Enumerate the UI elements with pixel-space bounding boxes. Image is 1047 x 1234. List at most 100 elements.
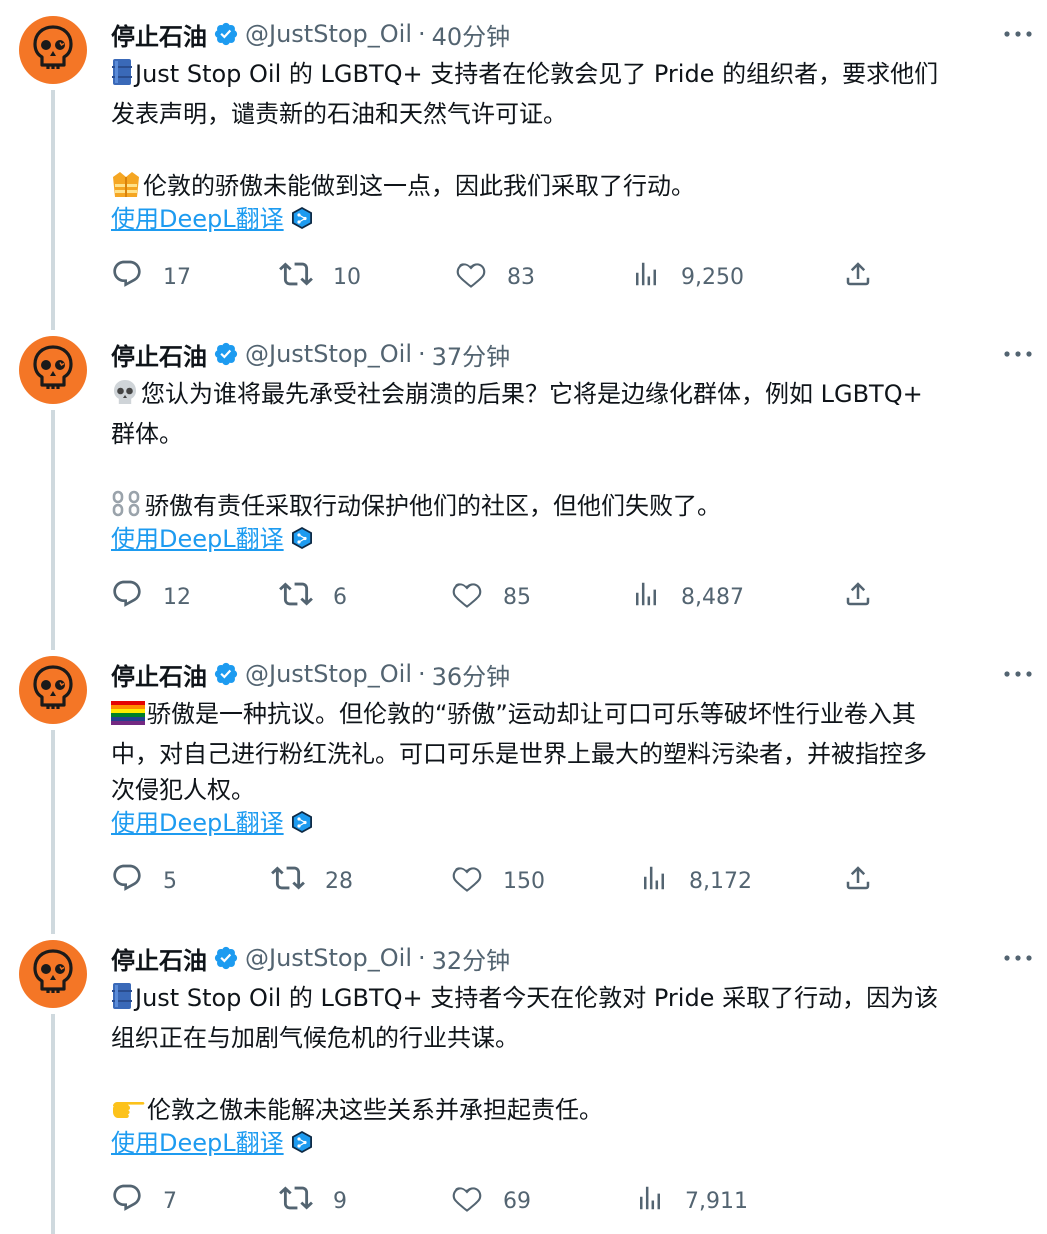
views-button[interactable]: 8,487: [631, 577, 744, 617]
barrel-emoji: [111, 982, 133, 1020]
retweet-count: 10: [333, 264, 361, 290]
retweet-button[interactable]: 9: [279, 1181, 347, 1221]
text-line-content: Just Stop Oil 的 LGBTQ+ 支持者今天在伦敦对 Pride 采…: [135, 984, 939, 1012]
user-handle[interactable]: @JustStop_Oil: [245, 20, 412, 48]
translate-link[interactable]: 使用DeepL翻译: [111, 201, 284, 237]
views-icon: [631, 579, 661, 615]
retweet-button[interactable]: 28: [271, 861, 353, 901]
share-button[interactable]: [843, 861, 873, 901]
views-count: 8,487: [681, 584, 744, 610]
verified-badge-icon[interactable]: [213, 661, 239, 687]
translate-link[interactable]: 使用DeepL翻译: [111, 521, 284, 557]
text-line-content: 群体。: [111, 420, 183, 448]
translate-link[interactable]: 使用DeepL翻译: [111, 805, 284, 841]
more-icon[interactable]: [1003, 943, 1033, 973]
separator: ·: [418, 944, 426, 972]
deepl-icon: [290, 1130, 314, 1156]
retweet-button[interactable]: 10: [279, 257, 361, 297]
translate-row: 使用DeepL翻译: [111, 805, 314, 841]
reply-icon: [111, 578, 143, 616]
tweet-text: 骄傲是一种抗议。但伦敦的“骄傲”运动却让可口可乐等破坏性行业卷入其 中，对自己进行…: [111, 696, 1031, 808]
avatar[interactable]: [19, 656, 87, 724]
skull-logo-icon: [31, 344, 75, 396]
views-button[interactable]: 7,911: [635, 1181, 748, 1221]
share-button[interactable]: [843, 577, 873, 617]
tweet-text: 您认为谁将最先承受社会崩溃的后果？它将是边缘化群体，例如 LGBTQ+ 群体。骄傲…: [111, 376, 1031, 528]
reply-icon: [111, 862, 143, 900]
display-name[interactable]: 停止石油: [111, 941, 207, 976]
avatar[interactable]: [19, 940, 87, 1008]
reply-count: 17: [163, 264, 191, 290]
avatar[interactable]: [19, 336, 87, 404]
text-line-content: 伦敦的骄傲未能做到这一点，因此我们采取了行动。: [143, 172, 695, 200]
retweet-button[interactable]: 6: [279, 577, 347, 617]
retweet-icon: [279, 1181, 313, 1221]
thread-line: [51, 1014, 55, 1234]
text-line-content: 中，对自己进行粉红洗礼。可口可乐是世界上最大的塑料污染者，并被指控多: [111, 740, 927, 768]
avatar[interactable]: [19, 16, 87, 84]
more-icon[interactable]: [1003, 339, 1033, 369]
text-line-content: Just Stop Oil 的 LGBTQ+ 支持者在伦敦会见了 Pride 的…: [135, 60, 939, 88]
display-name[interactable]: 停止石油: [111, 337, 207, 372]
text-line-content: 次侵犯人权。: [111, 776, 255, 804]
rainbow-flag-emoji: [111, 700, 145, 736]
text-line: 群体。: [111, 416, 1031, 452]
verified-badge-icon[interactable]: [213, 945, 239, 971]
tweet-text: Just Stop Oil 的 LGBTQ+ 支持者在伦敦会见了 Pride 的…: [111, 56, 1031, 208]
reply-count: 7: [163, 1188, 177, 1214]
like-button[interactable]: 150: [451, 861, 545, 901]
like-button[interactable]: 83: [455, 257, 535, 297]
display-name[interactable]: 停止石油: [111, 17, 207, 52]
tweet-header: 停止石油 @JustStop_Oil · 37分钟: [111, 336, 510, 372]
verified-badge-icon[interactable]: [213, 21, 239, 47]
like-button[interactable]: 85: [451, 577, 531, 617]
separator: ·: [418, 340, 426, 368]
text-line: Just Stop Oil 的 LGBTQ+ 支持者今天在伦敦对 Pride 采…: [111, 980, 1031, 1020]
retweet-icon: [279, 257, 313, 297]
user-handle[interactable]: @JustStop_Oil: [245, 944, 412, 972]
user-handle[interactable]: @JustStop_Oil: [245, 660, 412, 688]
action-bar: 7 9 69 7,911: [111, 1181, 911, 1221]
retweet-count: 9: [333, 1188, 347, 1214]
text-line-content: 骄傲有责任采取行动保护他们的社区，但他们失败了。: [145, 492, 721, 520]
action-bar: 17 10 83 9,250: [111, 257, 911, 297]
reply-count: 5: [163, 868, 177, 894]
retweet-icon: [279, 577, 313, 617]
translate-link[interactable]: 使用DeepL翻译: [111, 1125, 284, 1161]
like-count: 85: [503, 584, 531, 610]
reply-icon: [111, 1182, 143, 1220]
reply-button[interactable]: 7: [111, 1181, 177, 1221]
share-button[interactable]: [843, 257, 873, 297]
timestamp[interactable]: 36分钟: [432, 657, 511, 692]
like-count: 83: [507, 264, 535, 290]
display-name[interactable]: 停止石油: [111, 657, 207, 692]
deepl-icon: [290, 526, 314, 552]
translate-row: 使用DeepL翻译: [111, 1125, 314, 1161]
reply-button[interactable]: 17: [111, 257, 191, 297]
timestamp[interactable]: 32分钟: [432, 941, 511, 976]
views-button[interactable]: 9,250: [631, 257, 744, 297]
reply-button[interactable]: 12: [111, 577, 191, 617]
heart-icon: [455, 258, 487, 296]
verified-badge-icon[interactable]: [213, 341, 239, 367]
views-icon: [631, 259, 661, 295]
more-icon[interactable]: [1003, 19, 1033, 49]
text-line-content: 您认为谁将最先承受社会崩溃的后果？它将是边缘化群体，例如 LGBTQ+: [141, 380, 923, 408]
views-icon: [635, 1183, 665, 1219]
reply-button[interactable]: 5: [111, 861, 177, 901]
user-handle[interactable]: @JustStop_Oil: [245, 340, 412, 368]
tweet-header: 停止石油 @JustStop_Oil · 32分钟: [111, 940, 510, 976]
timestamp[interactable]: 37分钟: [432, 337, 511, 372]
timestamp[interactable]: 40分钟: [432, 17, 511, 52]
separator: ·: [418, 660, 426, 688]
like-count: 150: [503, 868, 545, 894]
more-icon[interactable]: [1003, 659, 1033, 689]
text-line: Just Stop Oil 的 LGBTQ+ 支持者在伦敦会见了 Pride 的…: [111, 56, 1031, 96]
deepl-icon: [290, 206, 314, 232]
like-button[interactable]: 69: [451, 1181, 531, 1221]
reply-icon: [111, 258, 143, 296]
views-button[interactable]: 8,172: [639, 861, 752, 901]
share-icon: [843, 579, 873, 615]
thread-line: [51, 90, 55, 330]
